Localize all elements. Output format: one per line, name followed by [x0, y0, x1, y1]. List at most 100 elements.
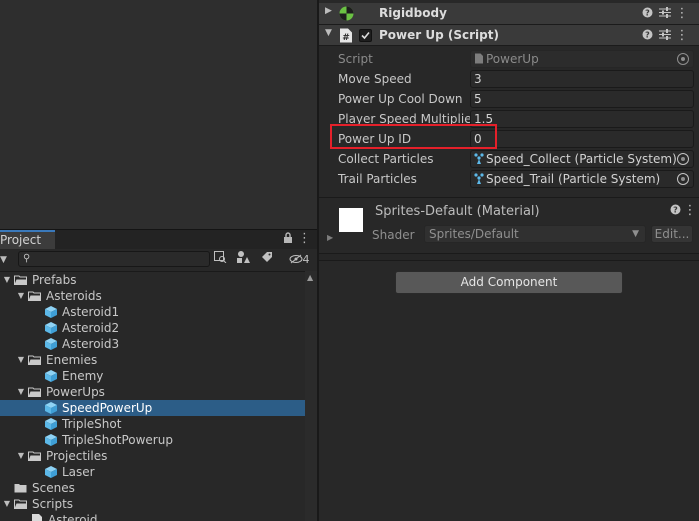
- shader-dropdown[interactable]: Sprites/Default ▼: [424, 225, 646, 243]
- prefab-cube-icon: [45, 434, 57, 446]
- scroll-up-icon[interactable]: ▲: [307, 273, 313, 282]
- search-by-type-icon[interactable]: [212, 251, 228, 268]
- powerup-id-field[interactable]: 0: [470, 130, 694, 148]
- presets-icon[interactable]: [658, 7, 672, 21]
- tree-item-tripleshot[interactable]: TripleShot: [0, 416, 305, 432]
- shader-value: Sprites/Default: [429, 227, 519, 241]
- move-speed-label[interactable]: Move Speed: [338, 72, 412, 86]
- tree-item-powerups[interactable]: ▼ PowerUps: [0, 384, 305, 400]
- folder-open-icon: [28, 355, 41, 365]
- svg-text:?: ?: [673, 206, 678, 215]
- tree-item-label: Asteroid1: [62, 305, 120, 319]
- prefab-cube-icon: [45, 322, 57, 334]
- add-component-button[interactable]: Add Component: [395, 271, 623, 294]
- help-icon[interactable]: ?: [640, 7, 654, 21]
- lock-icon[interactable]: [281, 232, 295, 246]
- create-dropdown-icon[interactable]: ▼: [0, 252, 12, 268]
- tree-item-scripts[interactable]: ▼ Scripts: [0, 496, 305, 512]
- tree-item-label: Asteroid: [48, 513, 98, 521]
- material-expand-arrow-icon[interactable]: ▶: [327, 233, 333, 242]
- tree-item-projectiles[interactable]: ▼ Projectiles: [0, 448, 305, 464]
- tree-item-label: TripleShot: [62, 417, 122, 431]
- tab-project-label: Project: [0, 233, 42, 247]
- tree-item-laser[interactable]: Laser: [0, 464, 305, 480]
- collect-particles-label[interactable]: Collect Particles: [338, 152, 433, 166]
- tree-item-label: Prefabs: [32, 273, 77, 287]
- object-picker-icon: [677, 53, 689, 65]
- trail-particles-field[interactable]: Speed_Trail (Particle System): [470, 170, 694, 188]
- expand-arrow-icon[interactable]: ▼: [16, 448, 26, 464]
- project-panel: Project ⋮ ▼ ⚲ 4 ▼ Prefabs ▼ Asteroids Astero…: [0, 229, 317, 521]
- script-hash-icon: #: [339, 28, 353, 46]
- powerup-title: Power Up (Script): [379, 28, 499, 42]
- tree-item-enemies[interactable]: ▼ Enemies: [0, 352, 305, 368]
- search-box[interactable]: ⚲: [18, 251, 210, 267]
- material-menu-icon[interactable]: ⋮: [683, 204, 697, 218]
- material-preview[interactable]: [339, 208, 363, 232]
- folder-icon: [14, 484, 27, 493]
- expand-arrow-icon[interactable]: ▼: [16, 352, 26, 368]
- project-tree: ▼ Prefabs ▼ Asteroids Asteroid1 Asteroid2 Aste…: [0, 271, 305, 521]
- filter-by-label-icon[interactable]: [259, 251, 275, 268]
- move-speed-field[interactable]: 3: [470, 70, 694, 88]
- object-picker-icon[interactable]: [677, 173, 689, 185]
- hidden-packages-toggle[interactable]: 4: [285, 251, 313, 268]
- search-input[interactable]: [35, 252, 205, 266]
- collapse-arrow-icon[interactable]: ▶: [325, 6, 332, 16]
- expand-arrow-icon[interactable]: ▼: [2, 272, 12, 288]
- tree-item-asteroid2[interactable]: Asteroid2: [0, 320, 305, 336]
- tree-item-label: Scripts: [32, 497, 74, 511]
- expand-arrow-icon[interactable]: ▼: [16, 384, 26, 400]
- tree-item-tripleshotpowerup[interactable]: TripleShotPowerup: [0, 432, 305, 448]
- scene-view[interactable]: [0, 0, 317, 229]
- trail-particles-property: Trail Particles Speed_Trail (Particle Sy…: [319, 169, 699, 189]
- svg-text:#: #: [342, 33, 350, 43]
- prefab-cube-icon: [45, 306, 57, 318]
- material-name: Sprites-Default (Material): [375, 204, 540, 219]
- powerup-component-header[interactable]: ▼ # Power Up (Script) ? ⋮: [319, 24, 699, 46]
- tree-item-asteroid3[interactable]: Asteroid3: [0, 336, 305, 352]
- filter-by-type-icon[interactable]: [235, 251, 251, 268]
- hidden-count: 4: [302, 253, 310, 266]
- expand-arrow-icon[interactable]: ▼: [16, 288, 26, 304]
- tree-item-label: SpeedPowerUp: [62, 401, 153, 415]
- tree-item-asteroids[interactable]: ▼ Asteroids: [0, 288, 305, 304]
- svg-text:?: ?: [645, 9, 650, 18]
- trail-particles-label[interactable]: Trail Particles: [338, 172, 417, 186]
- rigidbody-component-header[interactable]: ▶ Rigidbody ? ⋮: [319, 3, 699, 25]
- prefab-cube-icon: [45, 466, 57, 478]
- tree-scrollbar[interactable]: ▲: [305, 271, 317, 521]
- multiplier-field[interactable]: 1.5: [470, 110, 694, 128]
- cooldown-label[interactable]: Power Up Cool Down: [338, 92, 463, 106]
- script-property: Script PowerUp: [319, 49, 699, 69]
- project-toolbar: ▼ ⚲ 4: [0, 249, 317, 272]
- material-section: Sprites-Default (Material) ▶ Shader Spri…: [319, 197, 699, 252]
- enabled-checkbox[interactable]: [359, 29, 372, 42]
- collect-particles-field[interactable]: Speed_Collect (Particle System): [470, 150, 694, 168]
- edit-shader-button[interactable]: Edit...: [651, 225, 693, 243]
- presets-icon[interactable]: [658, 29, 672, 43]
- tree-item-scenes[interactable]: Scenes: [0, 480, 305, 496]
- particle-system-icon: [474, 152, 484, 164]
- folder-open-icon: [14, 499, 27, 509]
- tree-item-asteroid[interactable]: Asteroid: [0, 512, 305, 521]
- component-menu-icon[interactable]: ⋮: [675, 7, 689, 21]
- tree-item-enemy[interactable]: Enemy: [0, 368, 305, 384]
- help-icon[interactable]: ?: [640, 29, 654, 43]
- help-icon[interactable]: ?: [668, 204, 682, 218]
- script-value: PowerUp: [486, 52, 539, 66]
- tree-item-label: Asteroids: [46, 289, 102, 303]
- tree-item-label: Laser: [62, 465, 95, 479]
- tab-project[interactable]: Project: [0, 230, 55, 250]
- tree-item-speedpowerup[interactable]: SpeedPowerUp: [0, 400, 305, 416]
- expand-arrow-icon[interactable]: ▼: [325, 28, 332, 38]
- tree-item-prefabs[interactable]: ▼ Prefabs: [0, 272, 305, 288]
- cooldown-field[interactable]: 5: [470, 90, 694, 108]
- object-picker-icon[interactable]: [677, 153, 689, 165]
- tree-item-label: Asteroid2: [62, 321, 120, 335]
- kebab-menu-icon[interactable]: ⋮: [298, 232, 311, 246]
- expand-arrow-icon[interactable]: ▼: [2, 496, 12, 512]
- component-menu-icon[interactable]: ⋮: [675, 29, 689, 43]
- tree-item-label: TripleShotPowerup: [62, 433, 173, 447]
- tree-item-asteroid1[interactable]: Asteroid1: [0, 304, 305, 320]
